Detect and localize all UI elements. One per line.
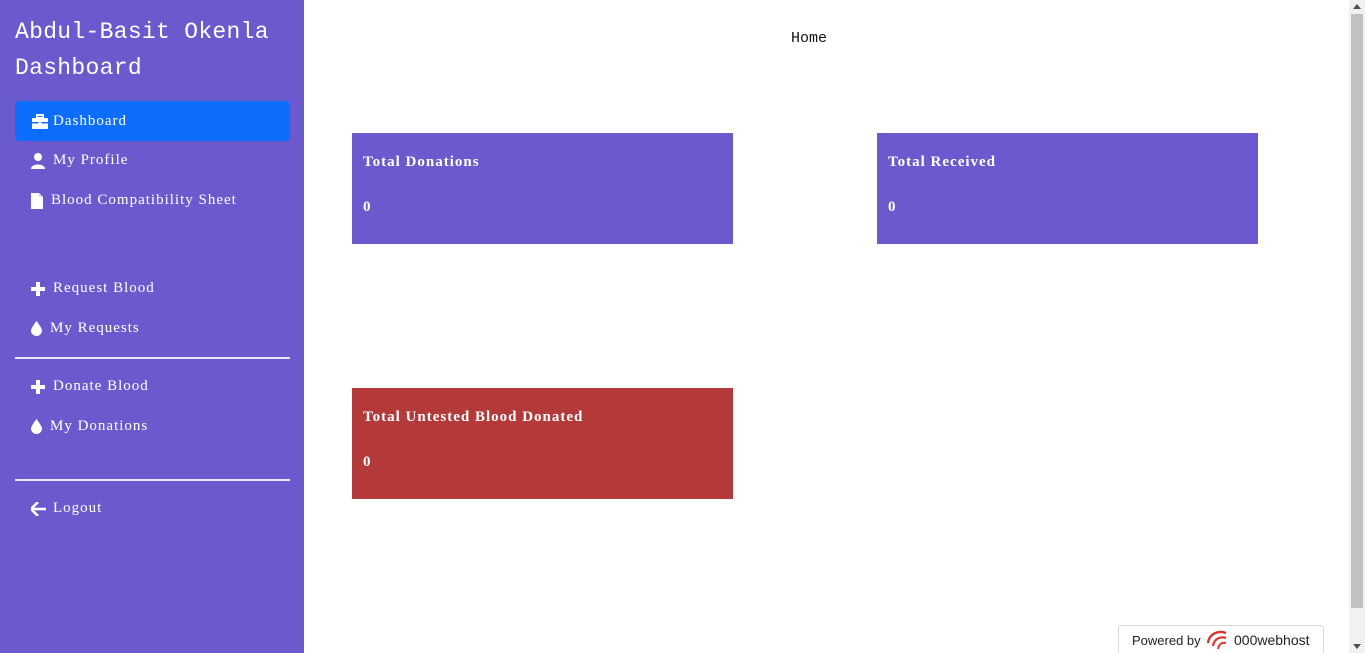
sidebar-item-my-requests[interactable]: My Requests bbox=[15, 316, 290, 340]
sidebar-item-dashboard[interactable]: Dashboard bbox=[15, 101, 290, 141]
scroll-down-arrow-icon[interactable] bbox=[1353, 644, 1361, 649]
card-value: 0 bbox=[888, 199, 896, 215]
user-icon bbox=[31, 152, 53, 169]
sidebar-item-my-profile[interactable]: My Profile bbox=[15, 148, 290, 172]
scrollbar-thumb[interactable] bbox=[1351, 14, 1363, 608]
stat-card-total-untested: Total Untested Blood Donated 0 bbox=[352, 388, 733, 499]
sidebar-brand: Abdul-Basit Okenla Dashboard bbox=[15, 14, 295, 86]
card-value: 0 bbox=[363, 454, 371, 470]
plus-icon bbox=[31, 281, 53, 296]
brand-subtitle: Dashboard bbox=[15, 55, 142, 81]
card-value: 0 bbox=[363, 199, 371, 215]
stat-card-total-donations: Total Donations 0 bbox=[352, 133, 733, 244]
sidebar: Abdul-Basit Okenla Dashboard Dashboard M… bbox=[0, 0, 304, 653]
vertical-scrollbar[interactable] bbox=[1349, 0, 1365, 653]
droplet-icon bbox=[31, 419, 50, 435]
sidebar-divider bbox=[15, 357, 290, 359]
sidebar-item-label: Dashboard bbox=[53, 113, 127, 129]
card-title: Total Received bbox=[888, 154, 997, 170]
sidebar-item-request-blood[interactable]: Request Blood bbox=[15, 276, 290, 300]
card-title: Total Donations bbox=[363, 154, 480, 170]
powered-by-badge[interactable]: Powered by 000webhost bbox=[1118, 625, 1324, 653]
plus-icon bbox=[31, 379, 53, 394]
sidebar-item-label: My Profile bbox=[53, 152, 129, 168]
file-icon bbox=[31, 192, 51, 209]
stat-card-total-received: Total Received 0 bbox=[877, 133, 1258, 244]
scroll-up-arrow-icon[interactable] bbox=[1353, 4, 1361, 9]
webhost-logo-icon bbox=[1206, 630, 1230, 653]
powered-by-brand: 000webhost bbox=[1234, 632, 1310, 648]
nav-link-home[interactable]: Home bbox=[791, 30, 827, 47]
arrow-left-icon bbox=[31, 501, 53, 516]
droplet-icon bbox=[31, 321, 50, 337]
card-title: Total Untested Blood Donated bbox=[363, 409, 584, 425]
brand-name: Abdul-Basit Okenla bbox=[15, 19, 269, 45]
powered-by-label: Powered by bbox=[1132, 633, 1201, 648]
sidebar-item-logout[interactable]: Logout bbox=[15, 496, 290, 520]
sidebar-item-label: My Requests bbox=[50, 320, 140, 336]
sidebar-item-donate-blood[interactable]: Donate Blood bbox=[15, 374, 290, 398]
sidebar-item-label: Blood Compatibility Sheet bbox=[51, 192, 237, 208]
sidebar-item-label: Request Blood bbox=[53, 280, 155, 296]
sidebar-item-my-donations[interactable]: My Donations bbox=[15, 414, 290, 438]
sidebar-item-label: Donate Blood bbox=[53, 378, 149, 394]
briefcase-icon bbox=[31, 113, 53, 130]
sidebar-item-label: My Donations bbox=[50, 418, 149, 434]
sidebar-item-label: Logout bbox=[53, 500, 103, 516]
sidebar-item-blood-compatibility[interactable]: Blood Compatibility Sheet bbox=[15, 188, 290, 212]
sidebar-divider bbox=[15, 479, 290, 481]
